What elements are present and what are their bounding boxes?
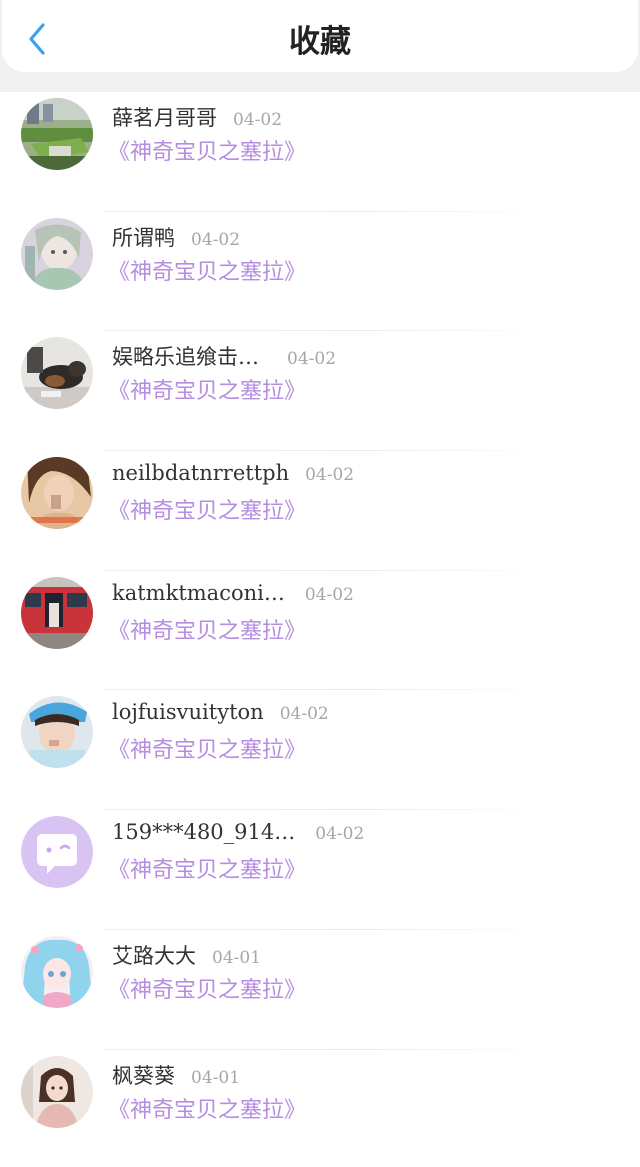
book-link[interactable]: 《神奇宝贝之塞拉》	[108, 972, 306, 1004]
name-line: neilbdatnrrettph 04-02	[112, 461, 354, 491]
list-item[interactable]: 薛茗月哥哥 04-02 《神奇宝贝之塞拉》	[0, 92, 640, 212]
list-item[interactable]: 所谓鸭 04-02 《神奇宝贝之塞拉》	[0, 212, 640, 332]
list-item[interactable]: 159***480_914… 04-02 《神奇宝贝之塞拉》	[0, 810, 640, 930]
avatar[interactable]	[21, 457, 93, 530]
list-item[interactable]: neilbdatnrrettph 04-02 《神奇宝贝之塞拉》	[0, 451, 640, 571]
user-name[interactable]: 159***480_914…	[112, 820, 295, 844]
photo-avatar-train	[21, 576, 93, 649]
name-line: 薛茗月哥哥 04-02	[112, 102, 282, 132]
default-chat-avatar	[21, 816, 93, 889]
name-line: 所谓鸭 04-02	[112, 222, 240, 252]
user-name[interactable]: neilbdatnrrettph	[112, 461, 289, 485]
avatar[interactable]	[21, 217, 93, 290]
list-item[interactable]: 枫葵葵 04-01 《神奇宝贝之塞拉》	[0, 1050, 640, 1167]
user-name[interactable]: 所谓鸭	[112, 222, 175, 252]
avatar[interactable]	[21, 816, 93, 889]
avatar[interactable]	[21, 98, 93, 170]
anime-avatar-blue-hair	[21, 935, 93, 1008]
avatar[interactable]	[21, 1055, 93, 1128]
avatar[interactable]	[21, 576, 93, 649]
top-bar: 收藏	[0, 0, 640, 92]
name-line: katmktmaconi… 04-02	[112, 581, 354, 611]
book-link[interactable]: 《神奇宝贝之塞拉》	[108, 732, 306, 764]
name-line: 枫葵葵 04-01	[112, 1060, 240, 1090]
name-line: 159***480_914… 04-02	[112, 820, 364, 850]
avatar[interactable]	[21, 337, 93, 410]
photo-avatar-portrait	[21, 457, 93, 530]
book-link[interactable]: 《神奇宝贝之塞拉》	[108, 1092, 306, 1124]
avatar[interactable]	[21, 935, 93, 1008]
date-label: 04-02	[191, 229, 241, 250]
user-name[interactable]: katmktmaconi…	[112, 581, 285, 605]
date-label: 04-02	[279, 704, 329, 725]
name-line: 娱略乐追飨击… 04-02	[112, 341, 336, 371]
photo-avatar-dog	[21, 337, 93, 410]
date-label: 04-02	[304, 584, 354, 605]
date-label: 04-02	[287, 349, 337, 370]
user-name[interactable]: 娱略乐追飨击…	[112, 341, 259, 371]
book-link[interactable]: 《神奇宝贝之塞拉》	[108, 254, 306, 286]
book-link[interactable]: 《神奇宝贝之塞拉》	[108, 613, 306, 645]
list-item[interactable]: lojfuisvuityton 04-02 《神奇宝贝之塞拉》	[0, 690, 640, 811]
book-link[interactable]: 《神奇宝贝之塞拉》	[108, 373, 306, 405]
name-line: lojfuisvuityton 04-02	[112, 700, 329, 730]
date-label: 04-01	[212, 947, 262, 968]
anime-avatar-pastel	[21, 217, 93, 290]
date-label: 04-01	[191, 1067, 241, 1088]
page-title: 收藏	[289, 24, 351, 60]
date-label: 04-02	[305, 465, 355, 486]
user-name[interactable]: 枫葵葵	[112, 1060, 175, 1090]
avatar[interactable]	[21, 696, 93, 769]
list-item[interactable]: 娱略乐追飨击… 04-02 《神奇宝贝之塞拉》	[0, 331, 640, 452]
user-name[interactable]: 艾路大大	[112, 940, 196, 970]
photo-avatar-boy	[21, 696, 93, 769]
photo-avatar-garden	[21, 98, 93, 170]
name-line: 艾路大大 04-01	[112, 940, 261, 970]
list-item[interactable]: 艾路大大 04-01 《神奇宝贝之塞拉》	[0, 930, 640, 1050]
book-link[interactable]: 《神奇宝贝之塞拉》	[108, 134, 306, 166]
book-link[interactable]: 《神奇宝贝之塞拉》	[108, 852, 306, 884]
date-label: 04-02	[233, 110, 283, 130]
anime-avatar-girl	[21, 1055, 93, 1128]
date-label: 04-02	[315, 824, 365, 845]
header-card: 收藏	[2, 0, 638, 72]
user-name[interactable]: lojfuisvuityton	[112, 700, 264, 724]
list-item[interactable]: katmktmaconi… 04-02 《神奇宝贝之塞拉》	[0, 571, 640, 691]
favorites-page: 收藏 薛茗月哥哥 04-02 《神奇宝贝之塞拉》 所谓鸭 04-02 《神奇宝贝…	[0, 0, 640, 1167]
favorites-list: 薛茗月哥哥 04-02 《神奇宝贝之塞拉》 所谓鸭 04-02 《神奇宝贝之塞拉…	[0, 92, 640, 1167]
user-name[interactable]: 薛茗月哥哥	[112, 102, 217, 132]
book-link[interactable]: 《神奇宝贝之塞拉》	[108, 493, 306, 525]
